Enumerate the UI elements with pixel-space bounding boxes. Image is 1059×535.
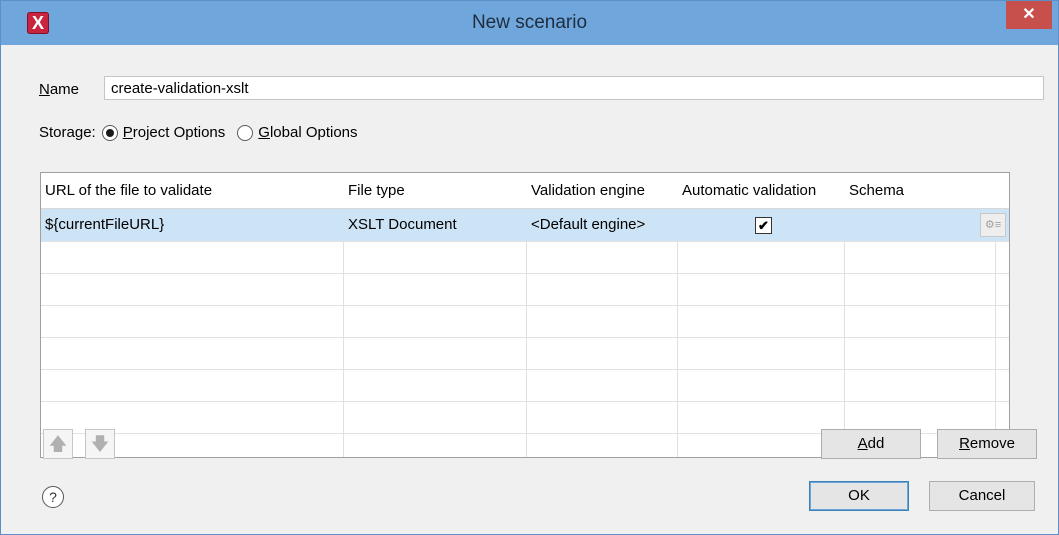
project-options-label[interactable]: Project Options bbox=[123, 124, 226, 141]
gear-icon: ⚙≡ bbox=[984, 219, 1002, 231]
table-row[interactable] bbox=[41, 369, 1009, 402]
add-button[interactable]: Add bbox=[821, 429, 921, 459]
dialog-title: New scenario bbox=[471, 12, 588, 33]
move-down-button[interactable]: 🡇 bbox=[85, 429, 115, 459]
remove-button[interactable]: Remove bbox=[937, 429, 1037, 459]
column-header-url[interactable]: URL of the file to validate bbox=[45, 182, 212, 199]
file-type-cell[interactable]: XSLT Document bbox=[348, 216, 457, 233]
arrow-up-icon: 🡅 bbox=[48, 434, 68, 454]
table-row[interactable]: ${currentFileURL} XSLT Document <Default… bbox=[41, 209, 1009, 242]
column-header-validation-engine[interactable]: Validation engine bbox=[531, 182, 645, 199]
global-options-label[interactable]: Global Options bbox=[258, 124, 357, 141]
arrow-down-icon: 🡇 bbox=[90, 434, 110, 454]
table-row[interactable] bbox=[41, 273, 1009, 306]
name-label: Name bbox=[39, 81, 80, 98]
dialog-body: Name Storage: Project Options Global Opt… bbox=[9, 45, 1050, 528]
table-row[interactable] bbox=[41, 241, 1009, 274]
name-input[interactable] bbox=[104, 76, 1044, 100]
global-options-radio[interactable] bbox=[237, 124, 254, 141]
storage-label: Storage: bbox=[39, 124, 96, 141]
ok-button[interactable]: OK bbox=[809, 481, 909, 511]
storage-group: Storage: Project Options Global Options bbox=[39, 124, 358, 141]
project-options-radio[interactable] bbox=[101, 124, 118, 141]
column-header-schema[interactable]: Schema bbox=[849, 182, 904, 199]
column-header-automatic-validation[interactable]: Automatic validation bbox=[682, 182, 816, 199]
move-up-button[interactable]: 🡅 bbox=[43, 429, 73, 459]
validation-engine-cell[interactable]: <Default engine> bbox=[531, 216, 645, 233]
url-cell[interactable]: ${currentFileURL} bbox=[45, 216, 164, 233]
new-scenario-dialog: X New scenario ✕ Name Storage: Project O… bbox=[0, 0, 1059, 535]
table-header: URL of the file to validate File type Va… bbox=[41, 173, 1009, 209]
column-header-file-type[interactable]: File type bbox=[348, 182, 405, 199]
table-row[interactable] bbox=[41, 337, 1009, 370]
close-button[interactable]: ✕ bbox=[1006, 1, 1052, 29]
close-icon: ✕ bbox=[1022, 6, 1036, 23]
schema-settings-button[interactable]: ⚙≡ bbox=[980, 213, 1006, 237]
automatic-validation-checkbox[interactable]: ✔ bbox=[755, 217, 772, 234]
title-bar[interactable]: X New scenario ✕ bbox=[1, 1, 1058, 45]
table-row[interactable] bbox=[41, 305, 1009, 338]
cancel-button[interactable]: Cancel bbox=[929, 481, 1035, 511]
help-icon[interactable]: ? bbox=[42, 486, 64, 508]
validation-units-table: URL of the file to validate File type Va… bbox=[40, 172, 1010, 458]
